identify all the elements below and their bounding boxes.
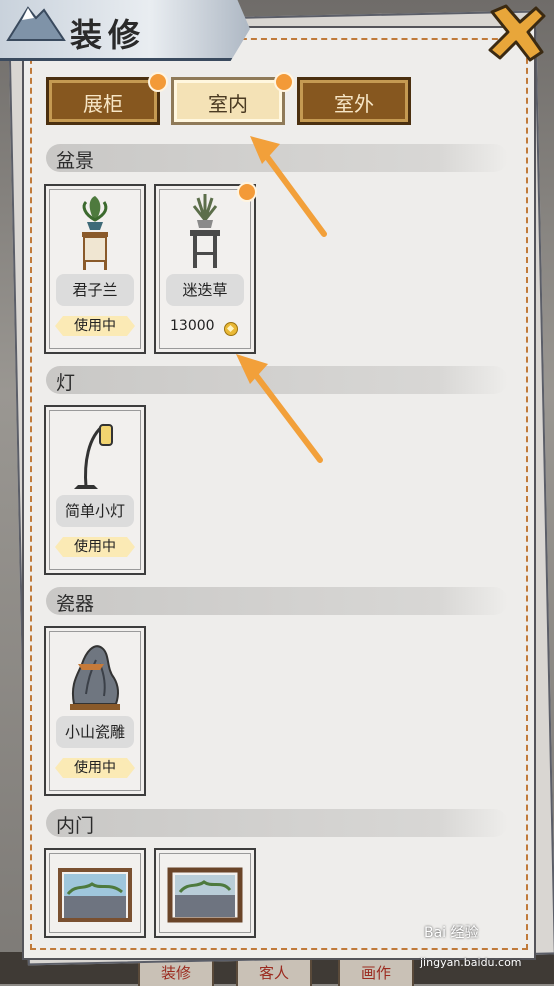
arrow-annotation-icon — [250, 136, 327, 237]
item-card-simple-lamp[interactable]: 简单小灯 使用中 — [44, 405, 146, 575]
in-use-badge: 使用中 — [55, 537, 135, 557]
in-use-badge: 使用中 — [55, 758, 135, 778]
item-card-inner-door-1[interactable] — [44, 848, 146, 938]
section-label: 灯 — [56, 372, 76, 394]
item-card-clivia[interactable]: 君子兰 使用中 — [44, 184, 146, 354]
item-name: 君子兰 — [56, 274, 134, 306]
tab-outdoor[interactable]: 室外 — [297, 77, 411, 125]
section-header-porcelain: 瓷器 — [46, 587, 508, 615]
arrow-annotation-icon — [236, 354, 323, 463]
in-use-badge: 使用中 — [55, 316, 135, 336]
item-name: 迷迭草 — [166, 274, 244, 306]
bottom-tab-paintings[interactable]: 画作 — [338, 958, 414, 986]
watermark-url: jingyan.baidu.com — [420, 956, 522, 969]
item-card-mountain-sculpture[interactable]: 小山瓷雕 使用中 — [44, 626, 146, 796]
item-card-inner-door-2[interactable] — [154, 848, 256, 938]
notification-dot — [148, 72, 168, 92]
section-label: 内门 — [56, 815, 95, 837]
item-name: 简单小灯 — [56, 495, 134, 527]
item-name: 小山瓷雕 — [56, 716, 134, 748]
watermark-brand: Bai 经验 — [424, 925, 479, 941]
tab-display-cabinet[interactable]: 展柜 — [46, 77, 160, 125]
page-title: 装修 — [70, 16, 147, 54]
door-frame-icon — [58, 868, 132, 922]
bottom-tab-guests[interactable]: 客人 — [236, 958, 312, 986]
tab-indoor[interactable]: 室内 — [171, 77, 285, 125]
section-label: 瓷器 — [56, 593, 95, 615]
mountain-emblem-icon — [6, 6, 66, 41]
item-price: 13000 — [170, 318, 215, 334]
plant-stand-icon — [190, 194, 220, 268]
section-header-inner-door: 内门 — [46, 809, 508, 837]
rock-sculpture-icon — [70, 645, 120, 710]
coin-icon — [224, 322, 238, 336]
section-label: 盆景 — [56, 150, 95, 172]
close-x-icon[interactable] — [486, 2, 548, 64]
lamp-icon — [74, 423, 113, 489]
plant-stand-icon — [82, 196, 108, 270]
notification-dot — [274, 72, 294, 92]
door-frame-icon — [167, 867, 243, 923]
